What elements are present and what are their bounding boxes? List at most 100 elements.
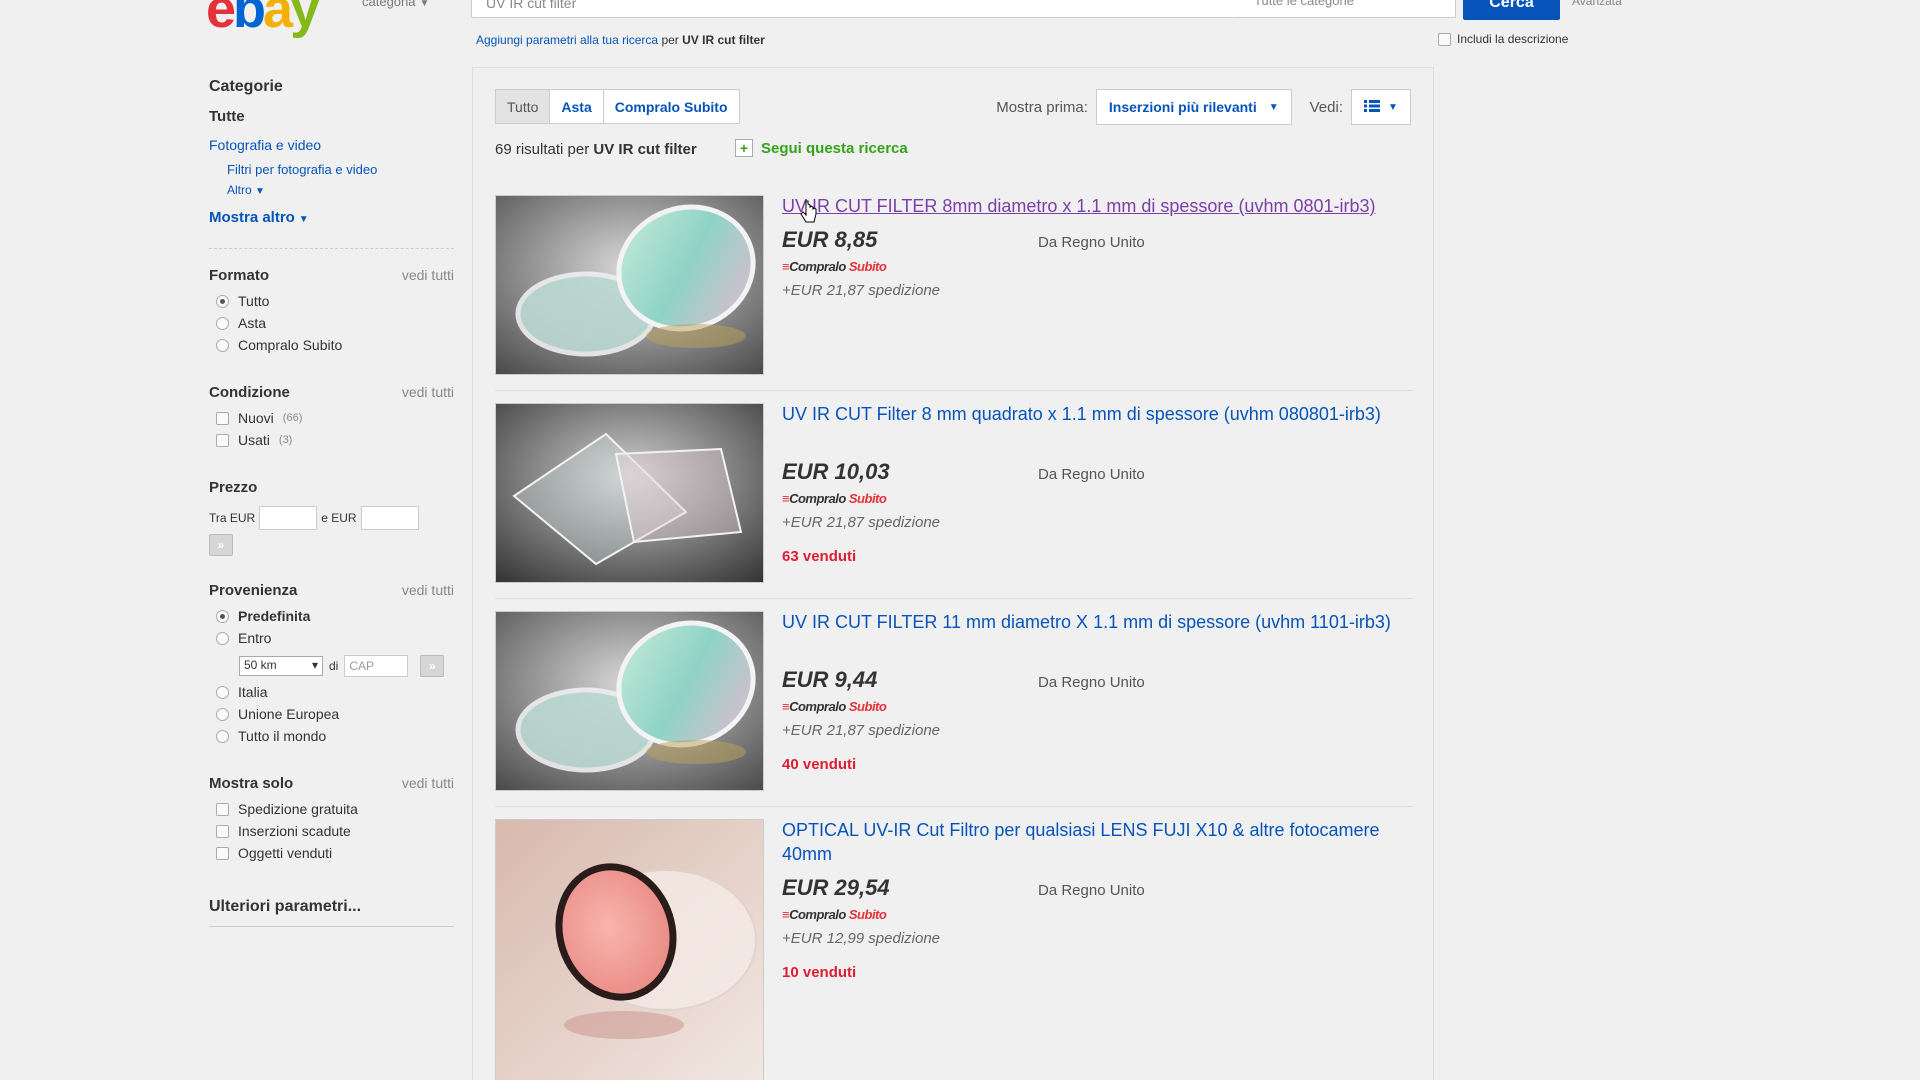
condition-label: Nuovi — [238, 410, 274, 426]
condition-option-used[interactable]: Usati (3) — [216, 429, 454, 451]
listing-title-link[interactable]: OPTICAL UV-IR Cut Filtro per qualsiasi L… — [782, 818, 1412, 866]
distance-select[interactable]: 50 km ▾ — [239, 656, 323, 676]
category-label: categoria — [362, 0, 416, 9]
format-see-all[interactable]: vedi tutti — [402, 267, 454, 283]
radio[interactable] — [216, 631, 229, 645]
format-option-all[interactable]: Tutto — [216, 290, 454, 312]
condition-option-new[interactable]: Nuovi (66) — [216, 407, 454, 429]
advanced-search-link[interactable]: Avanzata — [1572, 0, 1622, 8]
price-min-input[interactable] — [259, 506, 318, 530]
listing-image[interactable] — [495, 195, 764, 375]
radio[interactable] — [216, 729, 229, 743]
bin-label-b: Subito — [848, 907, 887, 922]
sort-value: Inserzioni più rilevanti — [1108, 99, 1257, 115]
sort-dropdown[interactable]: Inserzioni più rilevanti ▼ — [1095, 89, 1292, 125]
listing-image[interactable] — [495, 819, 764, 1080]
show-more-categories[interactable]: Mostra altro ▼ — [209, 209, 454, 226]
radio-selected[interactable] — [216, 609, 229, 623]
search-button[interactable]: Cerca — [1463, 0, 1560, 20]
listing-origin: Da Regno Unito — [1038, 466, 1145, 483]
show-only-sold[interactable]: Oggetti venduti — [216, 842, 454, 864]
divider — [495, 598, 1413, 599]
radio[interactable] — [216, 316, 229, 330]
follow-search[interactable]: + Segui questa ricerca — [735, 139, 908, 157]
listing-price: EUR 8,85 — [782, 227, 878, 252]
divider — [209, 248, 454, 249]
refine-query: UV IR cut filter — [682, 33, 765, 47]
listing-price: EUR 9,44 — [782, 667, 878, 692]
view-dropdown[interactable]: ▼ — [1351, 89, 1411, 125]
buy-it-now-badge: ≡Compralo Subito — [782, 907, 887, 922]
origin-see-all[interactable]: vedi tutti — [402, 582, 454, 598]
origin-within-label: Entro — [238, 630, 272, 646]
bin-label-b: Subito — [848, 491, 887, 506]
show-only-free-shipping[interactable]: Spedizione gratuita — [216, 798, 454, 820]
include-description-label: Includi la descrizione — [1457, 32, 1569, 46]
format-option-auction[interactable]: Asta — [216, 312, 454, 334]
price-max-input[interactable] — [360, 506, 419, 530]
category-select[interactable]: Tutte le categorie — [1240, 0, 1456, 18]
add-parameters-link[interactable]: Aggiungi parametri alla tua ricerca — [476, 33, 658, 47]
altro-label: Altro — [227, 183, 252, 197]
refine-prefix: per — [661, 33, 679, 47]
more-parameters-link[interactable]: Ulteriori parametri... — [209, 898, 454, 916]
origin-option-italy[interactable]: Italia — [216, 681, 454, 703]
checkbox[interactable] — [216, 411, 229, 425]
show-only-see-all[interactable]: vedi tutti — [402, 775, 454, 791]
postal-code-input[interactable]: CAP — [344, 655, 409, 677]
condition-count: (3) — [278, 434, 293, 446]
format-option-buy-now[interactable]: Compralo Subito — [216, 334, 454, 356]
category-link-filters[interactable]: Filtri per fotografia e video — [227, 162, 454, 177]
origin-option-default[interactable]: Predefinita — [216, 605, 454, 627]
origin-option-within[interactable]: Entro — [216, 627, 454, 649]
checkbox[interactable] — [216, 846, 229, 860]
search-box[interactable] — [471, 0, 1241, 18]
radio[interactable] — [216, 685, 229, 699]
listing-item: UV IR CUT FILTER 11 mm diametro X 1.1 mm… — [495, 611, 1413, 791]
price-title: Prezzo — [209, 479, 258, 496]
tab-all[interactable]: Tutto — [495, 89, 551, 124]
distance-submit-button[interactable]: » — [420, 655, 445, 677]
listing-shipping: +EUR 21,87 spedizione — [782, 514, 941, 531]
listing-title-link[interactable]: UV IR CUT FILTER 11 mm diametro X 1.1 mm… — [782, 610, 1412, 634]
radio[interactable] — [216, 338, 229, 352]
include-description-checkbox[interactable] — [1438, 32, 1451, 46]
sidebar: Categorie Tutte Fotografia e video Filtr… — [209, 76, 454, 927]
mouse-cursor-icon — [800, 200, 818, 231]
include-description[interactable]: Includi la descrizione — [1438, 32, 1568, 46]
listing-title-link[interactable]: UV IR CUT FILTER 8mm diametro x 1.1 mm d… — [782, 194, 1412, 218]
category-link-photo[interactable]: Fotografia e video — [209, 137, 454, 153]
listing-title-link[interactable]: UV IR CUT Filter 8 mm quadrato x 1.1 mm … — [782, 402, 1412, 426]
listing-image[interactable] — [495, 611, 764, 791]
format-option-label: Compralo Subito — [238, 337, 343, 353]
price-range: Tra EUR e EUR — [209, 506, 454, 530]
show-only-section: Mostra solo vedi tutti — [209, 775, 454, 792]
search-input[interactable] — [472, 0, 1240, 17]
radio-selected[interactable] — [216, 294, 229, 308]
tab-buy-now[interactable]: Compralo Subito — [602, 89, 740, 124]
chevron-down-icon: ▼ — [255, 186, 265, 197]
show-more-label: Mostra altro — [209, 209, 295, 226]
buy-it-now-badge: ≡Compralo Subito — [782, 699, 887, 714]
listing-item: UV IR CUT FILTER 8mm diametro x 1.1 mm d… — [495, 195, 1413, 375]
condition-label: Usati — [238, 432, 270, 448]
listing-image[interactable] — [495, 403, 764, 583]
bin-label-b: Subito — [848, 699, 887, 714]
origin-option-world[interactable]: Tutto il mondo — [216, 725, 454, 747]
condition-see-all[interactable]: vedi tutti — [402, 384, 454, 400]
category-altro[interactable]: Altro ▼ — [227, 183, 454, 197]
ebay-logo[interactable]: ebay — [206, 0, 320, 40]
checkbox[interactable] — [216, 802, 229, 816]
list-view-icon — [1364, 99, 1381, 116]
category-select-value: Tutte le categorie — [1254, 0, 1354, 8]
show-only-expired[interactable]: Inserzioni scadute — [216, 820, 454, 842]
listing-item: UV IR CUT Filter 8 mm quadrato x 1.1 mm … — [495, 403, 1413, 583]
price-submit-button[interactable]: » — [209, 534, 233, 556]
tab-auction[interactable]: Asta — [549, 89, 604, 124]
origin-option-eu[interactable]: Unione Europea — [216, 703, 454, 725]
radio[interactable] — [216, 707, 229, 721]
checkbox[interactable] — [216, 824, 229, 838]
checkbox[interactable] — [216, 433, 229, 447]
category-button[interactable]: categoria ▼ — [362, 0, 429, 9]
condition-count: (66) — [282, 412, 303, 424]
